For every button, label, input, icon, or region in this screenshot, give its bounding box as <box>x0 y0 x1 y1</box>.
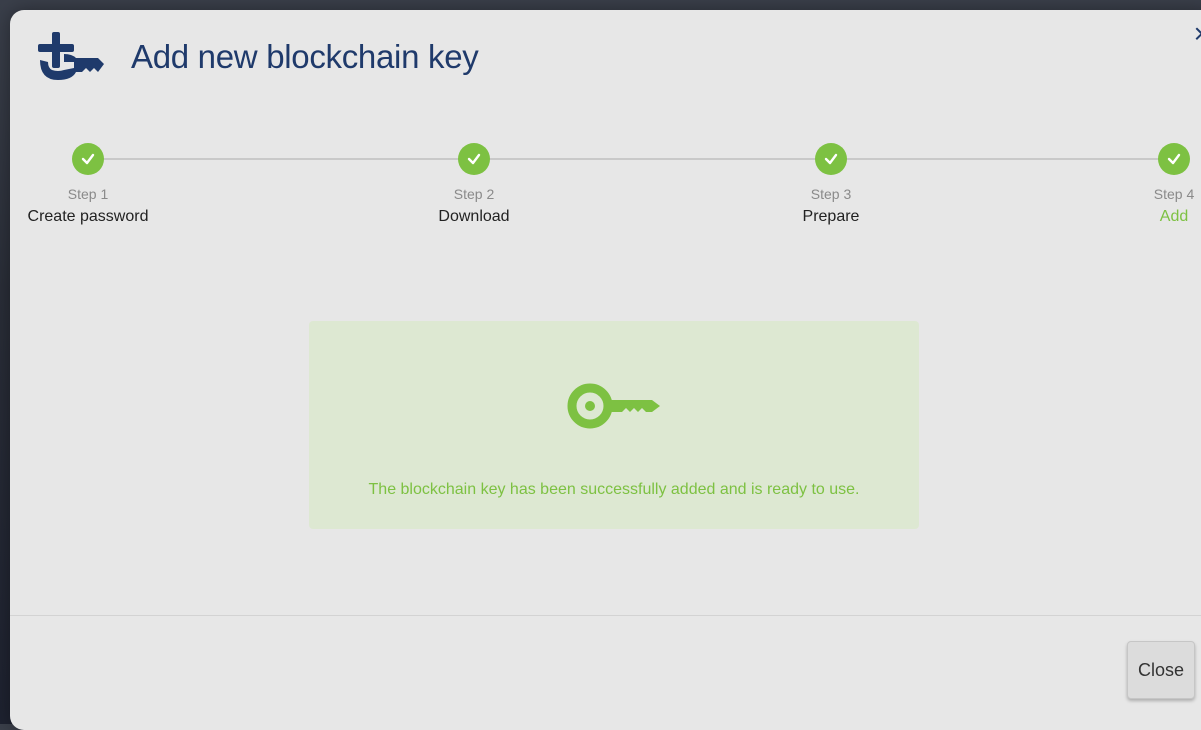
step-4: Step 4 Add <box>1094 138 1201 226</box>
key-icon <box>567 383 660 429</box>
step-number: Step 4 <box>1153 186 1195 202</box>
dialog-title: Add new blockchain key <box>131 38 479 75</box>
close-icon[interactable]: × <box>1194 20 1201 48</box>
dialog-header: Add new blockchain key × <box>10 10 1201 110</box>
step-label: Add <box>1159 208 1189 225</box>
step-number: Step 2 <box>453 186 495 202</box>
step-label: Create password <box>27 208 149 225</box>
check-icon <box>458 143 490 175</box>
close-button[interactable]: Close <box>1127 641 1195 699</box>
step-2: Step 2 Download <box>394 138 554 226</box>
step-3: Step 3 Prepare <box>751 138 911 226</box>
footer-divider <box>10 615 1201 616</box>
step-number: Step 3 <box>810 186 852 202</box>
progress-stepper: Step 1 Create password Step 2 Download S… <box>10 138 1201 248</box>
step-label: Download <box>438 208 510 225</box>
add-key-icon <box>38 32 104 80</box>
success-panel: The blockchain key has been successfully… <box>309 321 919 529</box>
add-blockchain-key-dialog: Add new blockchain key × Step 1 Create p… <box>10 10 1201 730</box>
step-number: Step 1 <box>67 186 109 202</box>
check-icon <box>72 143 104 175</box>
step-1: Step 1 Create password <box>8 138 168 226</box>
check-icon <box>1158 143 1190 175</box>
success-message: The blockchain key has been successfully… <box>368 481 860 498</box>
step-label: Prepare <box>802 208 860 225</box>
check-icon <box>815 143 847 175</box>
